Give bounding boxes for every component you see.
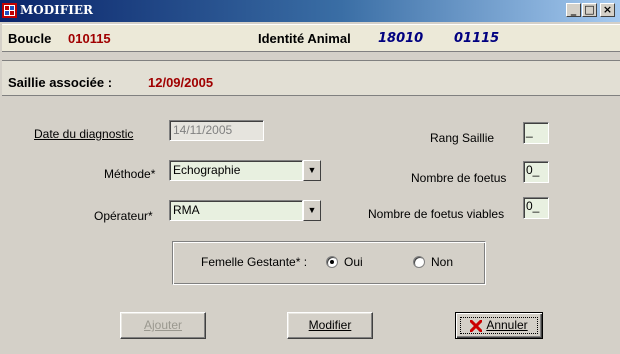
nombre-viables-field[interactable]: 0_ [523, 197, 549, 219]
modifier-window: MODIFIER _ □ × Boucle 010115 Identité An… [0, 0, 620, 354]
identite-value-2: 01115 [454, 31, 500, 46]
animal-header: Boucle 010115 Identité Animal 18010 0111… [2, 24, 620, 52]
chevron-down-icon[interactable]: ▼ [303, 200, 321, 221]
gestante-group: Femelle Gestante* : Oui Non [172, 241, 486, 285]
methode-select[interactable]: Echographie ▼ [169, 160, 321, 181]
operateur-label: Opérateur* [94, 209, 153, 223]
nombre-foetus-field[interactable]: 0_ [523, 161, 549, 183]
annuler-button[interactable]: Annuler [455, 312, 543, 339]
radio-selected-dot [330, 260, 334, 264]
non-label[interactable]: Non [431, 255, 453, 269]
focus-rect [460, 317, 538, 334]
app-icon [2, 3, 17, 18]
identite-label: Identité Animal [258, 31, 351, 46]
saillie-label: Saillie associée : [8, 75, 113, 90]
nombre-viables-label: Nombre de foetus viables [368, 207, 505, 221]
date-diagnostic-field[interactable]: 14/11/2005 [169, 120, 264, 141]
boucle-value: 010115 [68, 31, 111, 46]
window-title: MODIFIER [20, 3, 94, 17]
operateur-value[interactable]: RMA [169, 200, 303, 221]
chevron-down-icon[interactable]: ▼ [303, 160, 321, 181]
operateur-select[interactable]: RMA ▼ [169, 200, 321, 221]
modifier-button[interactable]: Modifier [287, 312, 373, 339]
maximize-button[interactable]: □ [582, 3, 597, 17]
oui-label[interactable]: Oui [344, 255, 363, 269]
rang-saillie-label: Rang Saillie [430, 131, 495, 145]
date-diagnostic-label[interactable]: Date du diagnostic [34, 127, 133, 141]
radio-non[interactable] [413, 256, 425, 268]
boucle-label: Boucle [8, 31, 52, 46]
rang-saillie-field[interactable]: _ [523, 122, 549, 144]
saillie-date: 12/09/2005 [148, 75, 214, 90]
modifier-label: Modifier [308, 318, 352, 332]
ajouter-button[interactable]: Ajouter [120, 312, 206, 339]
radio-oui[interactable] [326, 256, 338, 268]
methode-label: Méthode* [104, 167, 156, 181]
identite-value-1: 18010 [378, 31, 424, 46]
nombre-foetus-label: Nombre de foetus [411, 171, 507, 185]
methode-value[interactable]: Echographie [169, 160, 303, 181]
diagnostic-form: Date du diagnostic 14/11/2005 Méthode* E… [2, 96, 620, 354]
ajouter-label: Ajouter [143, 318, 183, 332]
minimize-button[interactable]: _ [566, 3, 581, 17]
title-bar[interactable]: MODIFIER _ □ × [0, 0, 620, 22]
close-button[interactable]: × [600, 3, 615, 17]
gestante-label: Femelle Gestante* : [201, 255, 308, 269]
saillie-header: Saillie associée : 12/09/2005 [2, 60, 620, 96]
